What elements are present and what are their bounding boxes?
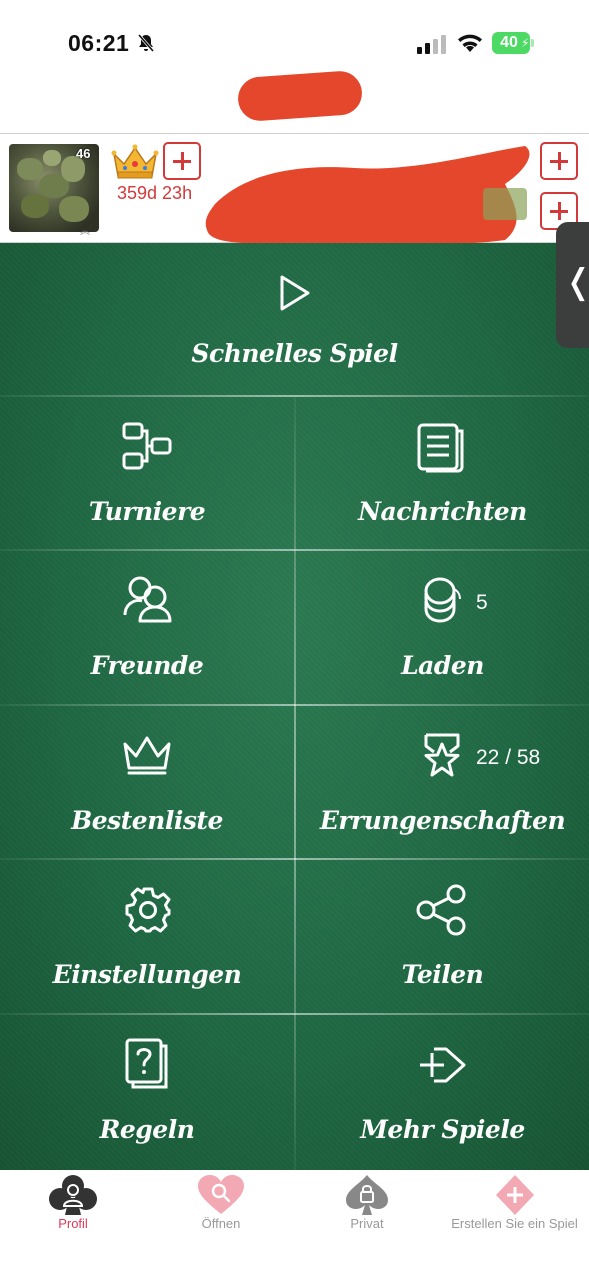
charging-icon: ⚡ <box>521 36 530 50</box>
messages-button[interactable]: Nachrichten <box>296 397 589 549</box>
bell-muted-icon <box>137 34 155 52</box>
share-button[interactable]: Teilen <box>296 860 589 1013</box>
achievements-button[interactable]: 22 / 58 Errungenschaften <box>296 706 589 858</box>
wifi-icon <box>458 34 482 52</box>
coins-icon <box>424 577 461 623</box>
shop-label: Laden <box>401 651 484 680</box>
friends-label: Freunde <box>90 651 204 680</box>
friends-icon <box>123 576 172 623</box>
friends-button[interactable]: Freunde <box>0 551 294 704</box>
messages-label: Nachrichten <box>358 497 527 526</box>
chevron-left-icon: ❬ <box>564 262 589 302</box>
nav-private[interactable]: Privat <box>322 1170 412 1280</box>
share-label: Teilen <box>401 960 484 989</box>
battery-indicator: 40 ⚡ <box>492 32 536 54</box>
more-games-icon <box>420 1047 466 1083</box>
heart-search-icon <box>198 1175 244 1214</box>
club-profile-icon <box>49 1175 97 1215</box>
nav-create-game-label: Erstellen Sie ein Spiel <box>451 1216 578 1231</box>
rank-chevrons-icon: ︽ <box>80 226 90 237</box>
leaderboard-button[interactable]: Bestenliste <box>0 706 294 858</box>
rules-button[interactable]: Regeln <box>0 1015 294 1170</box>
side-panel-toggle[interactable]: ❬ <box>556 222 589 348</box>
nav-profile-label: Profil <box>58 1216 88 1231</box>
profile-header: 46 ︽ 359d 23h <box>0 133 589 244</box>
nav-open-label: Öffnen <box>201 1216 241 1231</box>
status-time: 06:21 <box>68 30 130 56</box>
play-icon <box>280 275 310 311</box>
achievement-progress: 22 / 58 <box>476 746 541 769</box>
redaction-mark <box>236 69 364 123</box>
shop-button[interactable]: 5 Laden <box>296 551 589 704</box>
add-vip-button[interactable] <box>163 142 201 180</box>
bottom-nav: Profil Öffnen Privat Erstellen Sie ein S… <box>0 1170 589 1280</box>
more-games-button[interactable]: Mehr Spiele <box>296 1015 589 1170</box>
redaction-mark <box>205 146 530 244</box>
tournaments-button[interactable]: Turniere <box>0 397 294 549</box>
vip-time-remaining: 359d 23h <box>117 183 193 203</box>
battery-level: 40 <box>500 34 518 51</box>
spade-lock-icon <box>346 1175 388 1215</box>
quick-game-label: Schnelles Spiel <box>191 339 398 368</box>
nav-open[interactable]: Öffnen <box>176 1170 266 1280</box>
nav-profile[interactable]: Profil <box>28 1170 118 1280</box>
rules-question-icon <box>125 1038 168 1089</box>
tournament-bracket-icon <box>122 422 172 470</box>
achievement-star-icon <box>424 733 460 777</box>
nav-create-game[interactable]: Erstellen Sie ein Spiel <box>442 1170 587 1280</box>
coin-count: 5 <box>476 591 488 614</box>
vip-crown-icon <box>111 144 159 179</box>
tournaments-label: Turniere <box>88 497 206 526</box>
add-chips-button[interactable] <box>540 142 578 180</box>
quick-game-button[interactable]: Schnelles Spiel <box>0 243 589 395</box>
signal-icon <box>417 35 446 54</box>
main-menu: Schnelles Spiel Turniere Nachrichten Fre… <box>0 243 589 1170</box>
nav-private-label: Privat <box>350 1216 384 1231</box>
settings-button[interactable]: Einstellungen <box>0 860 294 1013</box>
leaderboard-label: Bestenliste <box>71 806 223 835</box>
settings-label: Einstellungen <box>52 960 242 989</box>
diamond-plus-icon <box>496 1175 534 1215</box>
crown-icon <box>123 736 171 775</box>
share-icon <box>416 884 466 936</box>
gear-icon <box>125 887 171 933</box>
level-badge: 46 <box>76 146 91 161</box>
messages-icon <box>417 423 464 473</box>
rules-label: Regeln <box>99 1115 195 1144</box>
more-games-label: Mehr Spiele <box>360 1115 525 1144</box>
achievements-label: Errungenschaften <box>319 806 566 835</box>
